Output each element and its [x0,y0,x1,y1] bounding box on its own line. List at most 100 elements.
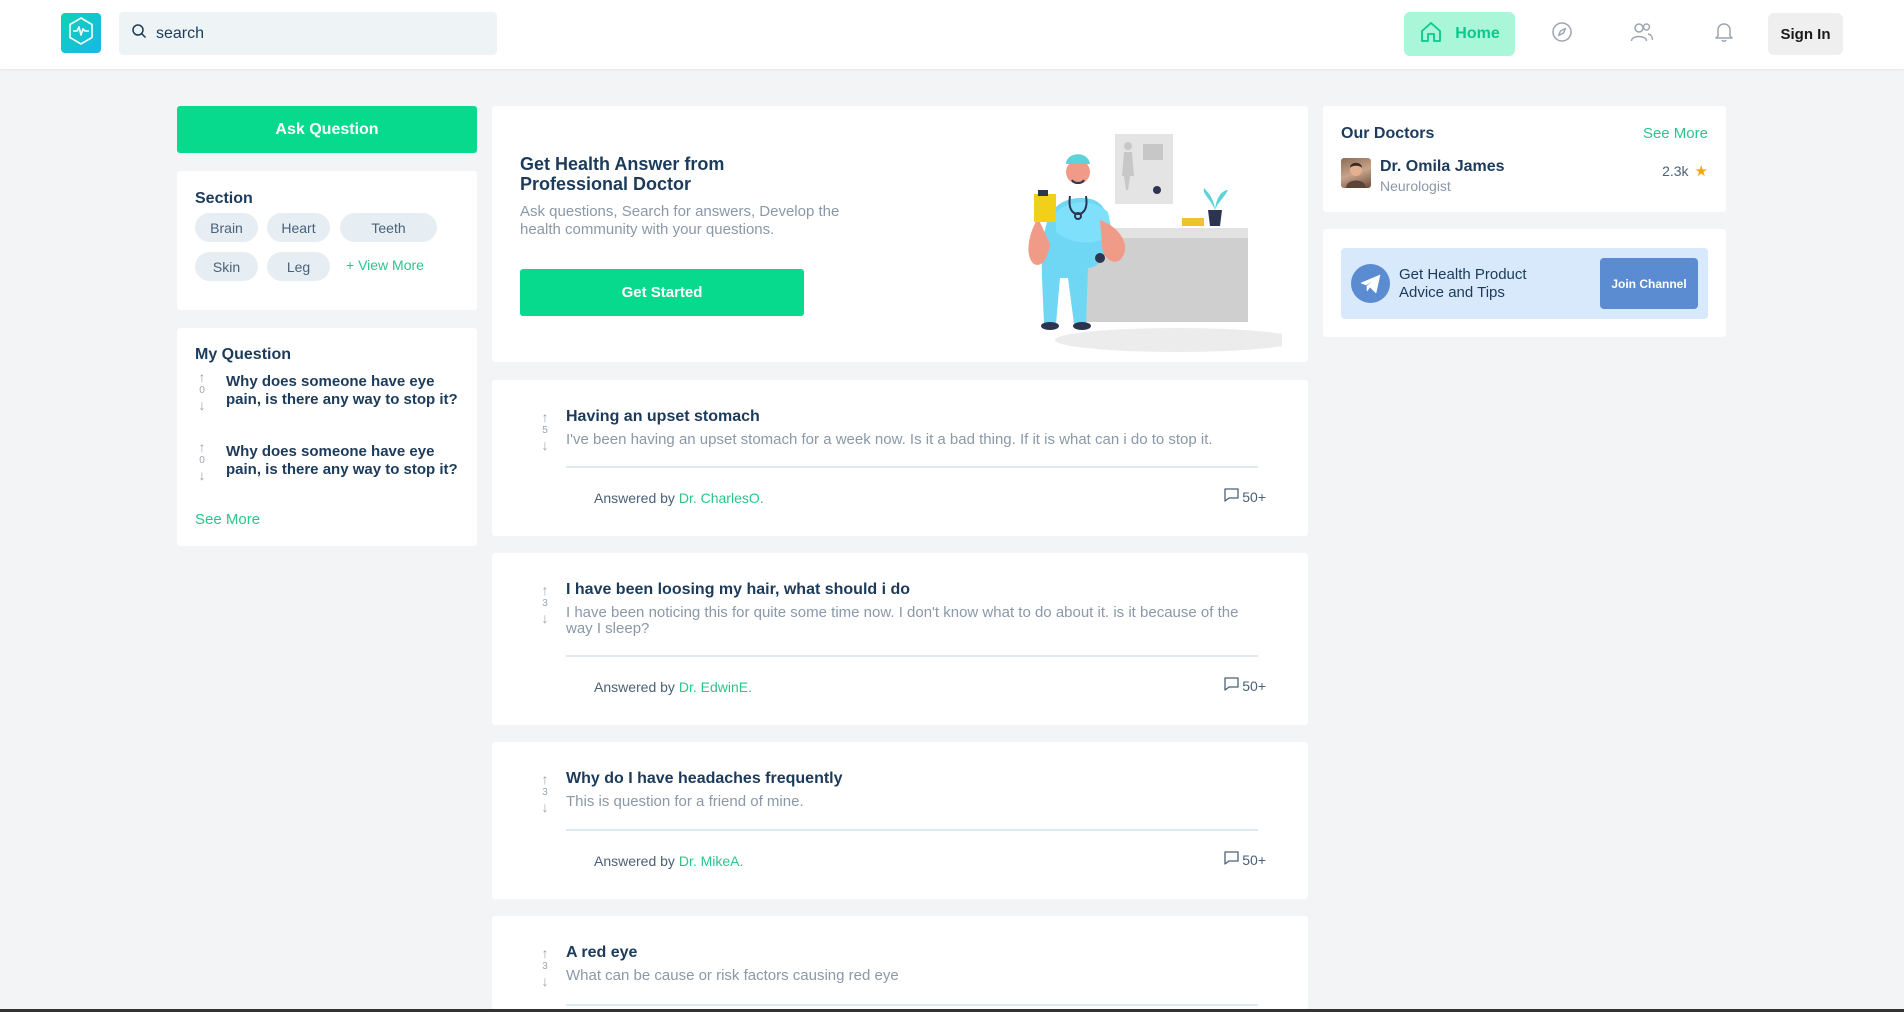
downvote-arrow-icon[interactable]: ↓ [542,438,549,452]
divider [566,1004,1258,1006]
answered-by: Answered by Dr. MikeA. [594,853,743,869]
answered-by: Answered by Dr. EdwinE. [594,679,752,695]
my-question-see-more-link[interactable]: See More [195,511,260,528]
question-card: ↑ 5 ↓ Having an upset stomach I've been … [492,380,1308,536]
ask-question-button[interactable]: Ask Question [177,106,477,153]
section-title: Section [195,190,253,207]
home-icon [1419,20,1443,49]
tag-heart[interactable]: Heart [267,213,330,242]
vote-count: 3 [542,787,548,798]
users-icon [1630,21,1654,48]
downvote-arrow-icon[interactable]: ↓ [542,611,549,625]
doctor-specialty: Neurologist [1380,178,1451,194]
comments-count-label: 50+ [1242,488,1266,505]
divider [566,466,1258,468]
our-doctors-card: Our Doctors See More Dr. Omila James Neu… [1323,106,1726,212]
answered-by-label: Answered by [594,853,679,869]
get-started-button[interactable]: Get Started [520,269,804,316]
question-body: This is question for a friend of mine. [566,793,804,810]
downvote-arrow-icon[interactable]: ↓ [542,974,549,988]
nav-explore-button[interactable] [1550,21,1574,48]
question-body: I have been noticing this for quite some… [566,604,1239,637]
question-body: I've been having an upset stomach for a … [566,431,1213,448]
search-input[interactable] [156,24,486,43]
section-card: Section Brain Heart Teeth Skin Leg + Vie… [177,171,477,310]
comments-count-label: 50+ [1242,677,1266,694]
channel-card: Get Health Product Advice and Tips Join … [1323,229,1726,337]
comment-icon [1224,851,1239,868]
answering-doctor-link[interactable]: Dr. EdwinE. [679,679,752,695]
divider [566,829,1258,831]
doctor-name[interactable]: Dr. Omila James [1380,158,1505,176]
my-question-title: My Question [195,346,292,363]
comments-count-label: 50+ [1242,851,1266,868]
doctors-see-more-link[interactable]: See More [1643,125,1708,142]
question-title[interactable]: Why do I have headaches frequently [566,770,843,788]
divider [566,655,1258,657]
doctor-avatar[interactable] [1341,158,1371,188]
vote-count: 0 [199,455,205,466]
tag-brain[interactable]: Brain [195,213,258,242]
nav-home-button[interactable]: Home [1404,12,1515,56]
answered-by-label: Answered by [594,490,679,506]
vote-count: 3 [542,598,548,609]
doctor-illustration [1028,134,1282,352]
downvote-arrow-icon[interactable]: ↓ [542,800,549,814]
question-card: ↑ 3 ↓ I have been loosing my hair, what … [492,553,1308,725]
question-title[interactable]: Having an upset stomach [566,408,760,426]
vote-control: ↑ 0 ↓ [195,370,209,412]
answered-by: Answered by Dr. CharlesO. [594,490,764,506]
tag-leg[interactable]: Leg [267,252,330,281]
sign-in-button[interactable]: Sign In [1768,13,1843,55]
answering-doctor-link[interactable]: Dr. MikeA. [679,853,744,869]
comments-count[interactable]: 50+ [1224,488,1266,505]
upvote-arrow-icon[interactable]: ↑ [542,583,549,597]
my-question-text[interactable]: Why does someone have eye pain, is there… [226,443,465,479]
downvote-arrow-icon[interactable]: ↓ [199,398,206,412]
nav-home-label: Home [1455,25,1500,42]
doctor-rating-value: 2.3k [1662,163,1689,179]
vote-control: ↑ 3 ↓ [538,583,552,625]
upvote-arrow-icon[interactable]: ↑ [199,370,206,384]
tag-skin[interactable]: Skin [195,252,258,281]
upvote-arrow-icon[interactable]: ↑ [542,772,549,786]
nav-notifications-button[interactable] [1712,22,1736,46]
bell-icon [1714,21,1734,48]
tag-teeth[interactable]: Teeth [340,213,437,242]
vote-control: ↑ 3 ↓ [538,772,552,814]
answering-doctor-link[interactable]: Dr. CharlesO. [679,490,764,506]
our-doctors-title: Our Doctors [1341,125,1435,142]
question-title[interactable]: A red eye [566,944,637,962]
hero-card: Get Health Answer from Professional Doct… [492,106,1308,362]
downvote-arrow-icon[interactable]: ↓ [199,468,206,482]
question-title[interactable]: I have been loosing my hair, what should… [566,581,910,599]
search-bar[interactable] [119,12,497,55]
comments-count[interactable]: 50+ [1224,851,1266,868]
answered-by-label: Answered by [594,679,679,695]
my-question-item: ↑ 0 ↓ Why does someone have eye pain, is… [195,370,465,418]
telegram-icon [1351,264,1390,303]
view-more-sections-link[interactable]: + View More [346,257,424,273]
compass-icon [1551,21,1573,48]
upvote-arrow-icon[interactable]: ↑ [199,440,206,454]
comment-icon [1224,488,1239,505]
search-icon [131,23,147,44]
channel-text: Get Health Product Advice and Tips [1399,266,1527,301]
question-card: ↑ 3 ↓ A red eye What can be cause or ris… [492,916,1308,1009]
comment-icon [1224,677,1239,694]
vote-control: ↑ 5 ↓ [538,410,552,452]
vote-count: 5 [542,425,548,436]
my-question-item: ↑ 0 ↓ Why does someone have eye pain, is… [195,440,465,488]
vote-control: ↑ 3 ↓ [538,946,552,988]
vote-count: 3 [542,961,548,972]
question-card: ↑ 3 ↓ Why do I have headaches frequently… [492,742,1308,899]
nav-community-button[interactable] [1630,22,1654,46]
upvote-arrow-icon[interactable]: ↑ [542,946,549,960]
upvote-arrow-icon[interactable]: ↑ [542,410,549,424]
my-question-text[interactable]: Why does someone have eye pain, is there… [226,373,465,409]
comments-count[interactable]: 50+ [1224,677,1266,694]
app-logo[interactable] [61,13,101,53]
vote-count: 0 [199,385,205,396]
top-navbar: Home Sign In [0,0,1904,69]
join-channel-button[interactable]: Join Channel [1600,258,1698,309]
